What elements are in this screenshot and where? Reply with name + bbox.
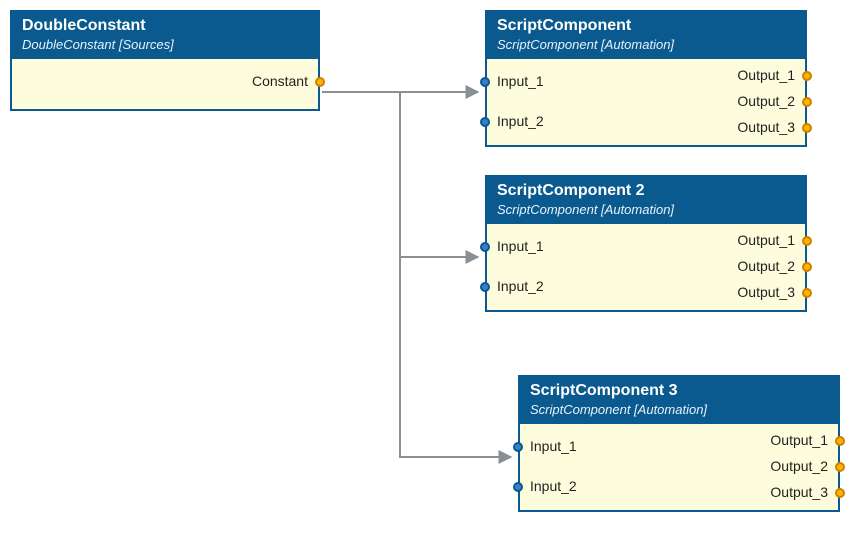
port-output-1[interactable]: Output_1 xyxy=(737,67,795,83)
port-output-3[interactable]: Output_3 xyxy=(737,119,795,135)
node-script-2[interactable]: ScriptComponent 2 ScriptComponent [Autom… xyxy=(485,175,807,312)
node-header: ScriptComponent 2 ScriptComponent [Autom… xyxy=(487,177,805,224)
port-output-2[interactable]: Output_2 xyxy=(770,458,828,474)
port-dot-input[interactable] xyxy=(480,117,490,127)
port-dot-output[interactable] xyxy=(802,262,812,272)
port-output-2[interactable]: Output_2 xyxy=(737,93,795,109)
port-dot-input[interactable] xyxy=(513,442,523,452)
port-dot-output[interactable] xyxy=(802,288,812,298)
port-input-2[interactable]: Input_2 xyxy=(497,113,544,129)
node-subtitle: DoubleConstant [Sources] xyxy=(22,37,308,53)
port-dot-output[interactable] xyxy=(802,123,812,133)
diagram-canvas: DoubleConstant DoubleConstant [Sources] … xyxy=(0,0,855,539)
node-header: DoubleConstant DoubleConstant [Sources] xyxy=(12,12,318,59)
port-output-constant[interactable]: Constant xyxy=(252,73,308,89)
port-output-2[interactable]: Output_2 xyxy=(737,258,795,274)
node-body: Input_1 Input_2 Output_1 Output_2 Output… xyxy=(520,424,838,510)
port-input-2[interactable]: Input_2 xyxy=(530,478,577,494)
node-script-3[interactable]: ScriptComponent 3 ScriptComponent [Autom… xyxy=(518,375,840,512)
port-dot-output[interactable] xyxy=(315,77,325,87)
wire-source-to-script2 xyxy=(400,92,478,257)
node-double-constant[interactable]: DoubleConstant DoubleConstant [Sources] … xyxy=(10,10,320,111)
node-script-1[interactable]: ScriptComponent ScriptComponent [Automat… xyxy=(485,10,807,147)
node-title: ScriptComponent 2 xyxy=(497,181,795,200)
node-subtitle: ScriptComponent [Automation] xyxy=(497,202,795,218)
port-input-2[interactable]: Input_2 xyxy=(497,278,544,294)
node-title: DoubleConstant xyxy=(22,16,308,35)
port-output-1[interactable]: Output_1 xyxy=(737,232,795,248)
port-input-1[interactable]: Input_1 xyxy=(497,73,544,89)
node-body: Input_1 Input_2 Output_1 Output_2 Output… xyxy=(487,224,805,310)
port-dot-output[interactable] xyxy=(802,71,812,81)
port-dot-output[interactable] xyxy=(835,462,845,472)
node-subtitle: ScriptComponent [Automation] xyxy=(497,37,795,53)
port-input-1[interactable]: Input_1 xyxy=(530,438,577,454)
port-dot-input[interactable] xyxy=(480,242,490,252)
node-header: ScriptComponent ScriptComponent [Automat… xyxy=(487,12,805,59)
port-dot-output[interactable] xyxy=(802,236,812,246)
port-output-3[interactable]: Output_3 xyxy=(770,484,828,500)
port-dot-input[interactable] xyxy=(480,77,490,87)
port-dot-input[interactable] xyxy=(513,482,523,492)
port-input-1[interactable]: Input_1 xyxy=(497,238,544,254)
port-dot-output[interactable] xyxy=(802,97,812,107)
node-title: ScriptComponent xyxy=(497,16,795,35)
port-output-3[interactable]: Output_3 xyxy=(737,284,795,300)
port-dot-output[interactable] xyxy=(835,436,845,446)
port-dot-output[interactable] xyxy=(835,488,845,498)
node-header: ScriptComponent 3 ScriptComponent [Autom… xyxy=(520,377,838,424)
port-dot-input[interactable] xyxy=(480,282,490,292)
node-body: Constant xyxy=(12,59,318,109)
node-subtitle: ScriptComponent [Automation] xyxy=(530,402,828,418)
node-body: Input_1 Input_2 Output_1 Output_2 Output… xyxy=(487,59,805,145)
node-title: ScriptComponent 3 xyxy=(530,381,828,400)
port-output-1[interactable]: Output_1 xyxy=(770,432,828,448)
